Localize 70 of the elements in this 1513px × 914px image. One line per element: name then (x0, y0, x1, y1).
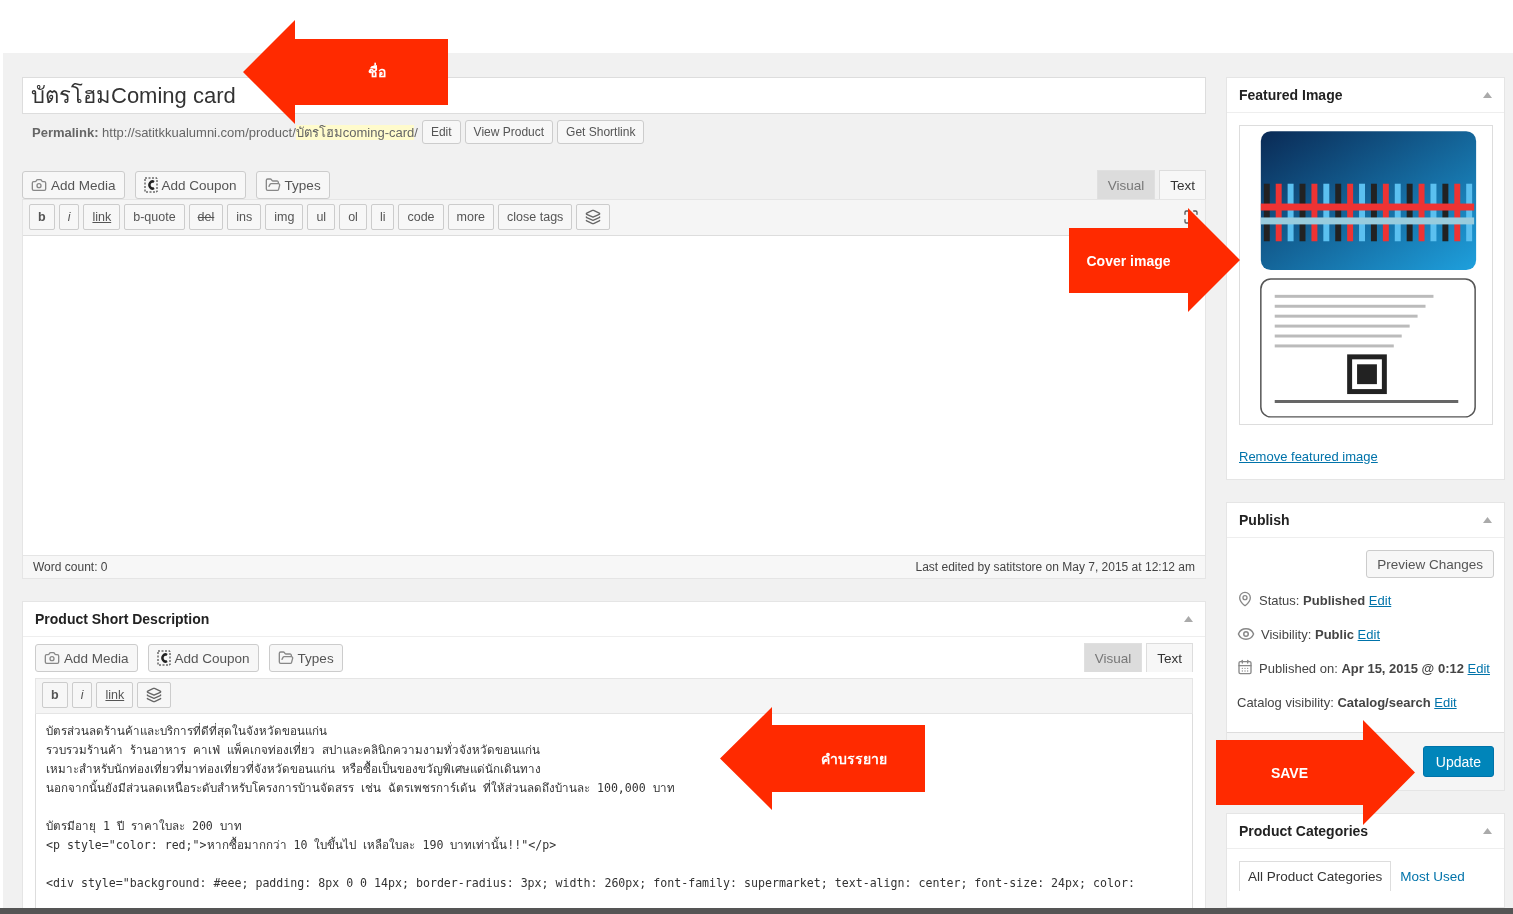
quicktag-button[interactable]: ins (227, 203, 262, 230)
panel-title: Product Short Description (35, 611, 210, 627)
update-button[interactable]: Update (1422, 746, 1494, 777)
preview-button[interactable]: Preview Changes (1366, 550, 1494, 578)
calendar-icon (1237, 659, 1253, 675)
quicktag-button[interactable]: more (447, 203, 495, 230)
publish-info: Visibility: Public Edit (1261, 626, 1380, 644)
quicktag-button[interactable]: close tags (498, 203, 573, 230)
quicktag-button[interactable]: ul (307, 203, 336, 230)
annotation-label: Cover image (1086, 252, 1171, 269)
panel-title: Publish (1239, 512, 1290, 528)
media-button[interactable]: Add Coupon (134, 171, 246, 199)
collapse-arrow-icon[interactable] (1483, 828, 1492, 834)
publish-info: Status: Published Edit (1259, 592, 1392, 610)
publish-info: Catalog visibility: Catalog/search Edit (1237, 694, 1457, 712)
quicktag-button[interactable]: code (398, 203, 444, 230)
remove-image-link[interactable]: Remove featured image (1239, 449, 1378, 464)
permalink-button[interactable]: Get Shortlink (557, 120, 645, 144)
media-button[interactable]: Add Media (22, 171, 125, 199)
media-button[interactable]: Add Coupon (147, 644, 259, 672)
panel-title: Featured Image (1239, 87, 1343, 103)
annotation-label: ชื่อ (367, 61, 386, 82)
category-tab[interactable]: Most Used (1391, 861, 1474, 891)
collapse-arrow-icon[interactable] (1184, 616, 1193, 622)
quicktag-button[interactable]: ol (339, 203, 367, 230)
collapse-arrow-icon[interactable] (1483, 517, 1492, 523)
edit-link[interactable]: Edit (1434, 695, 1457, 710)
category-tab[interactable]: All Product Categories (1239, 861, 1392, 891)
quicktag-button[interactable]: link (83, 203, 121, 230)
quicktag-button[interactable]: b (29, 203, 55, 230)
layers-icon (585, 208, 602, 225)
quicktag-button[interactable]: link (96, 682, 134, 708)
toolbar-button[interactable] (576, 203, 611, 230)
quicktag-button[interactable]: del (188, 203, 224, 230)
publish-info: Published on: Apr 15, 2015 @ 0:12 Edit (1259, 660, 1490, 678)
toolbar-button[interactable] (137, 682, 172, 708)
title-field[interactable]: บัตรโฮมComing card (31, 83, 236, 108)
coupon-icon (143, 177, 158, 193)
camera-icon (31, 177, 47, 193)
edit-link[interactable]: Edit (1368, 593, 1392, 608)
eye-icon (1237, 625, 1255, 643)
folder-icon (264, 177, 281, 193)
annotation-label: คำบรรยาย (820, 749, 887, 769)
quicktag-button[interactable]: i (71, 682, 93, 708)
last-edited-text: Last edited by satitstore on May 7, 2015 at 12:12 am (915, 560, 1195, 574)
layers-icon (146, 687, 163, 703)
quicktag-button[interactable]: img (265, 203, 304, 230)
word-count: Word count: 0 (33, 560, 108, 574)
pin-icon (1237, 591, 1253, 607)
quicktag-button[interactable]: i (58, 203, 80, 230)
folder-icon (277, 650, 294, 666)
permalink-text: Permalink: http://satitkkualumni.com/product/บัตรโฮมcoming-card/ (32, 123, 418, 142)
media-button[interactable]: Types (255, 171, 330, 199)
quicktag-button[interactable]: b-quote (124, 203, 185, 230)
expand-icon[interactable] (1183, 208, 1199, 225)
media-button[interactable]: Add Media (35, 644, 138, 672)
quicktag-button[interactable]: li (370, 203, 395, 230)
permalink-button[interactable]: View Product (464, 120, 554, 144)
quicktag-button[interactable]: b (42, 682, 68, 708)
media-button[interactable]: Types (268, 644, 343, 672)
panel-title: Product Categories (1239, 823, 1369, 839)
edit-link[interactable]: Edit (1357, 627, 1380, 642)
camera-icon (44, 650, 60, 666)
collapse-arrow-icon[interactable] (1483, 92, 1492, 98)
edit-link[interactable]: Edit (1467, 661, 1490, 676)
coupon-icon (156, 650, 171, 666)
permalink-button[interactable]: Edit (421, 120, 461, 144)
editor-tab[interactable]: Text (1146, 643, 1193, 672)
editor-tab[interactable]: Text (1159, 170, 1206, 199)
annotation-label: SAVE (1270, 764, 1309, 781)
